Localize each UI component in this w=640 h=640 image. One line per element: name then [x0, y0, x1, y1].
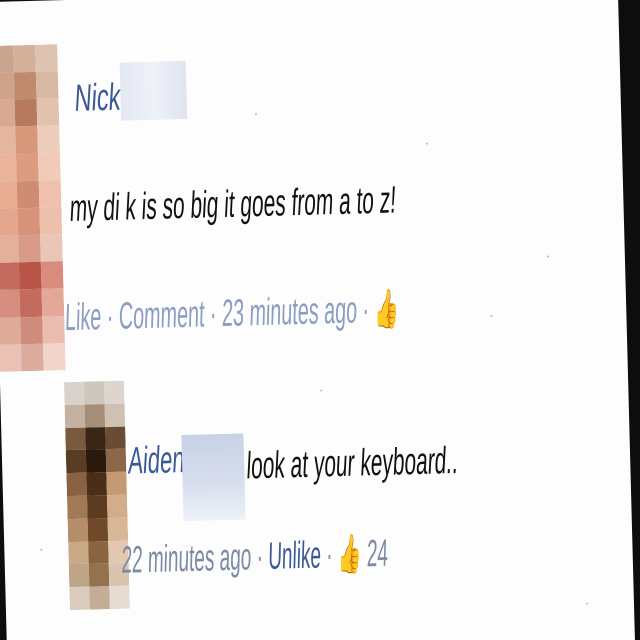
thumbs-up-icon: 👍	[374, 288, 400, 332]
comment-link[interactable]: Comment	[118, 293, 205, 337]
comment-message: my di k is so big it goes from a to z!	[68, 179, 398, 231]
scan-speck	[254, 113, 258, 116]
comment-thread: Nick my di k is so big it goes from a to…	[0, 0, 636, 640]
like-count[interactable]: 24	[366, 533, 388, 576]
author-name-nick[interactable]: Nick	[73, 77, 121, 121]
scan-speck	[490, 314, 493, 318]
comment-timestamp[interactable]: 23 minutes ago	[221, 289, 357, 335]
scan-speck	[320, 389, 323, 392]
reply-actions: 22 minutes ago · Unlike · 👍 24	[121, 532, 389, 583]
scan-speck	[546, 255, 549, 258]
scan-speck	[585, 602, 588, 605]
redacted-surname	[181, 433, 246, 522]
unlike-link[interactable]: Unlike	[268, 535, 322, 578]
reply-message: look at your keyboard..	[245, 439, 460, 488]
reply-timestamp[interactable]: 22 minutes ago	[121, 536, 252, 581]
screenshot-frame: Nick my di k is so big it goes from a to…	[0, 0, 640, 640]
author-name-aiden[interactable]: Aiden	[127, 439, 186, 484]
like-link[interactable]: Like	[65, 296, 102, 339]
scan-speck	[425, 142, 428, 145]
scan-speck	[40, 548, 43, 551]
redacted-surname	[119, 60, 188, 121]
avatar-aiden[interactable]	[63, 380, 130, 611]
avatar-nick[interactable]	[0, 44, 66, 372]
comment-actions: Like · Comment · 23 minutes ago · 👍	[64, 287, 400, 340]
thumbs-up-icon: 👍	[337, 533, 363, 577]
